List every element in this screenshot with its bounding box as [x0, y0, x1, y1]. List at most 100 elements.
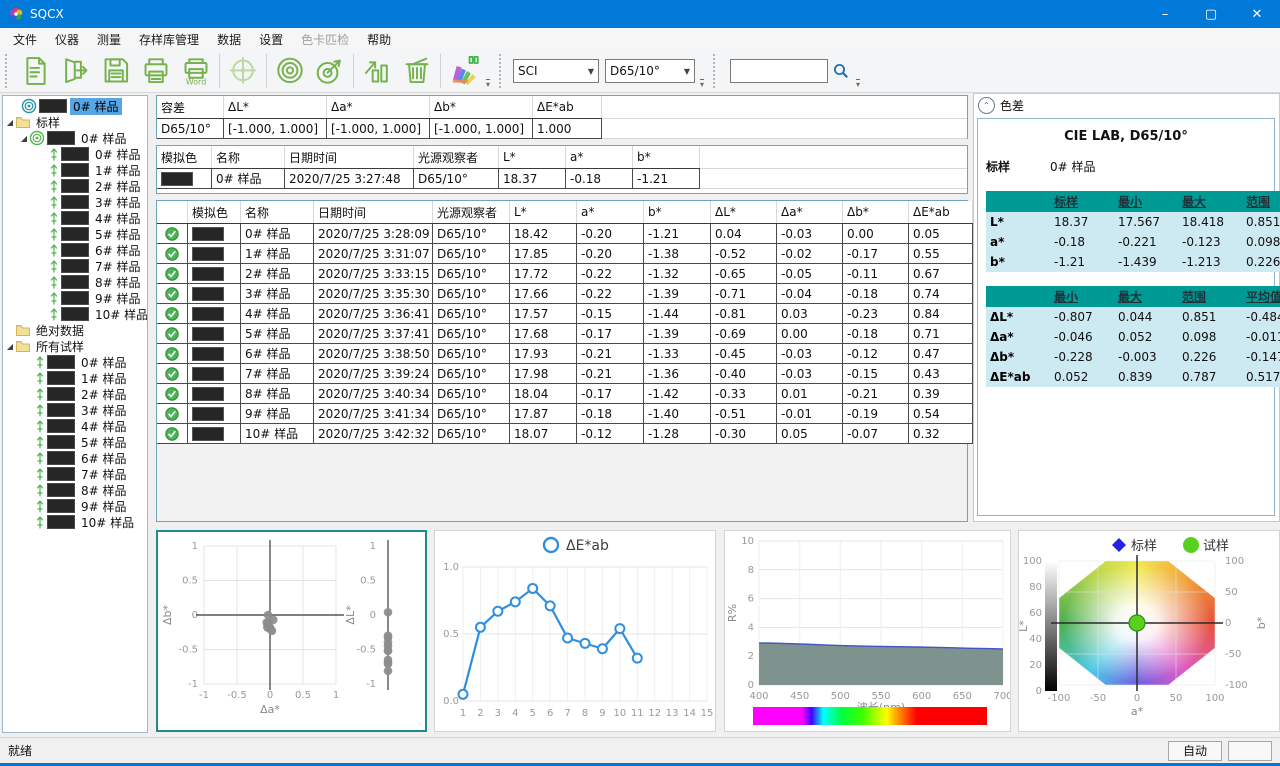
- toolbar-grip[interactable]: [713, 54, 721, 88]
- tree-item-sample-7[interactable]: 7# 样品: [3, 466, 147, 482]
- pass-check-icon: [165, 287, 179, 301]
- sample-row-2[interactable]: 2# 样品2020/7/25 3:33:15D65/10°17.72-0.22-…: [157, 264, 1065, 284]
- scatter-chart-panel[interactable]: -1-1-0.5-0.5000.50.511Δa*Δb*-1-0.500.51Δ…: [156, 530, 427, 732]
- svg-text:0: 0: [267, 690, 273, 701]
- color-swatch: [192, 387, 224, 401]
- spectrum-bar: [753, 707, 987, 725]
- svg-text:-1: -1: [188, 679, 198, 690]
- close-button[interactable]: ✕: [1234, 0, 1280, 28]
- toolbar-overflow-icon[interactable]: ▾: [700, 79, 704, 88]
- toolbar-overflow-icon[interactable]: ▾: [486, 79, 490, 88]
- sample-row-7[interactable]: 7# 样品2020/7/25 3:39:24D65/10°17.98-0.21-…: [157, 364, 1065, 384]
- svg-text:-100: -100: [1048, 693, 1071, 704]
- toolbar-grip[interactable]: [5, 54, 13, 88]
- print-icon[interactable]: [136, 52, 176, 90]
- svg-text:0.5: 0.5: [360, 576, 376, 587]
- tree-item-sample-4[interactable]: 4# 样品: [3, 418, 147, 434]
- tree-item-sample-0[interactable]: 0# 样品: [3, 354, 147, 370]
- search-input[interactable]: [730, 59, 828, 83]
- gamut-chart-panel[interactable]: 标样试样100806040200L*-100-50050100a*100500-…: [1018, 530, 1280, 732]
- tree-item-standard-sample-9[interactable]: 9# 样品: [3, 290, 147, 306]
- sample-row-8[interactable]: 8# 样品2020/7/25 3:40:34D65/10°18.04-0.17-…: [157, 384, 1065, 404]
- menu-item-file[interactable]: 文件: [4, 29, 46, 50]
- tree-item-sample-9[interactable]: 9# 样品: [3, 498, 147, 514]
- new-document-icon[interactable]: [16, 52, 56, 90]
- print-word-icon[interactable]: Word: [176, 52, 216, 90]
- tree-item-selected-standard[interactable]: 0# 样品: [3, 98, 147, 114]
- menu-item-measure[interactable]: 测量: [88, 29, 130, 50]
- sample-row-1[interactable]: 1# 样品2020/7/25 3:31:07D65/10°17.85-0.20-…: [157, 244, 1065, 264]
- reflectance-chart-panel[interactable]: 0246810400450500550600650700波长(nm)R%: [724, 530, 1011, 732]
- menu-item-help[interactable]: 帮助: [358, 29, 400, 50]
- collapse-panel-button[interactable]: ⌃: [978, 97, 995, 114]
- svg-text:7: 7: [564, 708, 570, 719]
- svg-text:4: 4: [512, 708, 518, 719]
- tree-item-standard-sample-1[interactable]: 1# 样品: [3, 162, 147, 178]
- expander-icon[interactable]: ◢: [5, 118, 15, 127]
- tree-item-sample-3[interactable]: 3# 样品: [3, 402, 147, 418]
- tree-item-standard-sample-8[interactable]: 8# 样品: [3, 274, 147, 290]
- maximize-button[interactable]: ▢: [1188, 0, 1234, 28]
- sample-row-10[interactable]: 10# 样品2020/7/25 3:42:32D65/10°18.07-0.12…: [157, 424, 1065, 444]
- tree-item-sample-2[interactable]: 2# 样品: [3, 386, 147, 402]
- standard-table: 模拟色名称日期时间光源观察者L*a*b*0# 样品2020/7/25 3:27:…: [156, 145, 968, 194]
- tree-item-standard-0[interactable]: ◢0# 样品: [3, 130, 147, 146]
- tree-item-standard-sample-10[interactable]: 10# 样品: [3, 306, 147, 322]
- tree-item-standard-sample-6[interactable]: 6# 样品: [3, 242, 147, 258]
- minimize-button[interactable]: –: [1142, 0, 1188, 28]
- save-icon[interactable]: [96, 52, 136, 90]
- color-swatch: [192, 227, 224, 241]
- color-difference-panel: ⌃ 色差 CIE LAB, D65/10° 标样 0# 样品 标样最小最大范围L…: [973, 93, 1280, 522]
- trend-chart-panel[interactable]: ΔE*ab1234567891011121314150.00.51.0: [434, 530, 716, 732]
- standard-row[interactable]: 0# 样品2020/7/25 3:27:48D65/10°18.37-0.18-…: [157, 169, 967, 189]
- measure-sample-icon[interactable]: [310, 52, 350, 90]
- illuminant-select[interactable]: D65/10° ▼: [605, 59, 695, 83]
- tree-item-sample-10[interactable]: 10# 样品: [3, 514, 147, 530]
- sample-row-9[interactable]: 9# 样品2020/7/25 3:41:34D65/10°17.87-0.18-…: [157, 404, 1065, 424]
- tree-item-standards-folder[interactable]: ◢标样: [3, 114, 147, 130]
- tree-item-standard-sample-4[interactable]: 4# 样品: [3, 210, 147, 226]
- menu-item-color-card-match[interactable]: 色卡匹检: [292, 29, 358, 50]
- svg-text:10: 10: [741, 536, 754, 547]
- tree-item-sample-1[interactable]: 1# 样品: [3, 370, 147, 386]
- svg-text:1: 1: [460, 708, 466, 719]
- sample-row-4[interactable]: 4# 样品2020/7/25 3:36:41D65/10°17.57-0.15-…: [157, 304, 1065, 324]
- tree-item-all-samples-folder[interactable]: ◢所有试样: [3, 338, 147, 354]
- sample-row-0[interactable]: 0# 样品2020/7/25 3:28:09D65/10°18.42-0.20-…: [157, 224, 1065, 244]
- menu-item-instrument[interactable]: 仪器: [46, 29, 88, 50]
- tree-item-standard-sample-3[interactable]: 3# 样品: [3, 194, 147, 210]
- color-match-icon[interactable]: [444, 52, 484, 90]
- chart-icon[interactable]: [357, 52, 397, 90]
- tree-item-sample-6[interactable]: 6# 样品: [3, 450, 147, 466]
- measure-standard-icon[interactable]: [270, 52, 310, 90]
- toolbar-overflow-icon[interactable]: ▾: [856, 79, 860, 88]
- sample-row-5[interactable]: 5# 样品2020/7/25 3:37:41D65/10°17.68-0.17-…: [157, 324, 1065, 344]
- tree-item-standard-sample-2[interactable]: 2# 样品: [3, 178, 147, 194]
- svg-text:b*: b*: [1255, 616, 1268, 629]
- sample-row-3[interactable]: 3# 样品2020/7/25 3:35:30D65/10°17.66-0.22-…: [157, 284, 1065, 304]
- mode-select[interactable]: SCI ▼: [513, 59, 599, 83]
- pass-check-icon: [165, 227, 179, 241]
- search-icon[interactable]: [832, 62, 850, 80]
- menu-item-settings[interactable]: 设置: [250, 29, 292, 50]
- tree-item-absolute-data-folder[interactable]: 绝对数据: [3, 322, 147, 338]
- delete-icon[interactable]: [397, 52, 437, 90]
- tree-item-sample-5[interactable]: 5# 样品: [3, 434, 147, 450]
- toolbar-grip[interactable]: [499, 54, 507, 88]
- export-icon[interactable]: [56, 52, 96, 90]
- tree-item-standard-sample-7[interactable]: 7# 样品: [3, 258, 147, 274]
- calibrate-icon[interactable]: [223, 52, 263, 90]
- auto-mode-button[interactable]: 自动: [1168, 741, 1222, 761]
- expander-icon[interactable]: ◢: [19, 134, 29, 143]
- status-extra-box: [1228, 741, 1272, 761]
- menu-item-sample-library[interactable]: 存样库管理: [130, 29, 208, 50]
- tree-item-standard-sample-0[interactable]: 0# 样品: [3, 146, 147, 162]
- menu-item-data[interactable]: 数据: [208, 29, 250, 50]
- expander-icon[interactable]: ◢: [5, 342, 15, 351]
- pass-check-icon: [165, 307, 179, 321]
- sample-row-6[interactable]: 6# 样品2020/7/25 3:38:50D65/10°17.93-0.21-…: [157, 344, 1065, 364]
- tree-item-standard-sample-5[interactable]: 5# 样品: [3, 226, 147, 242]
- tolerance-row[interactable]: D65/10°[-1.000, 1.000][-1.000, 1.000][-1…: [157, 119, 967, 139]
- svg-text:ΔE*ab: ΔE*ab: [566, 538, 609, 554]
- tree-item-sample-8[interactable]: 8# 样品: [3, 482, 147, 498]
